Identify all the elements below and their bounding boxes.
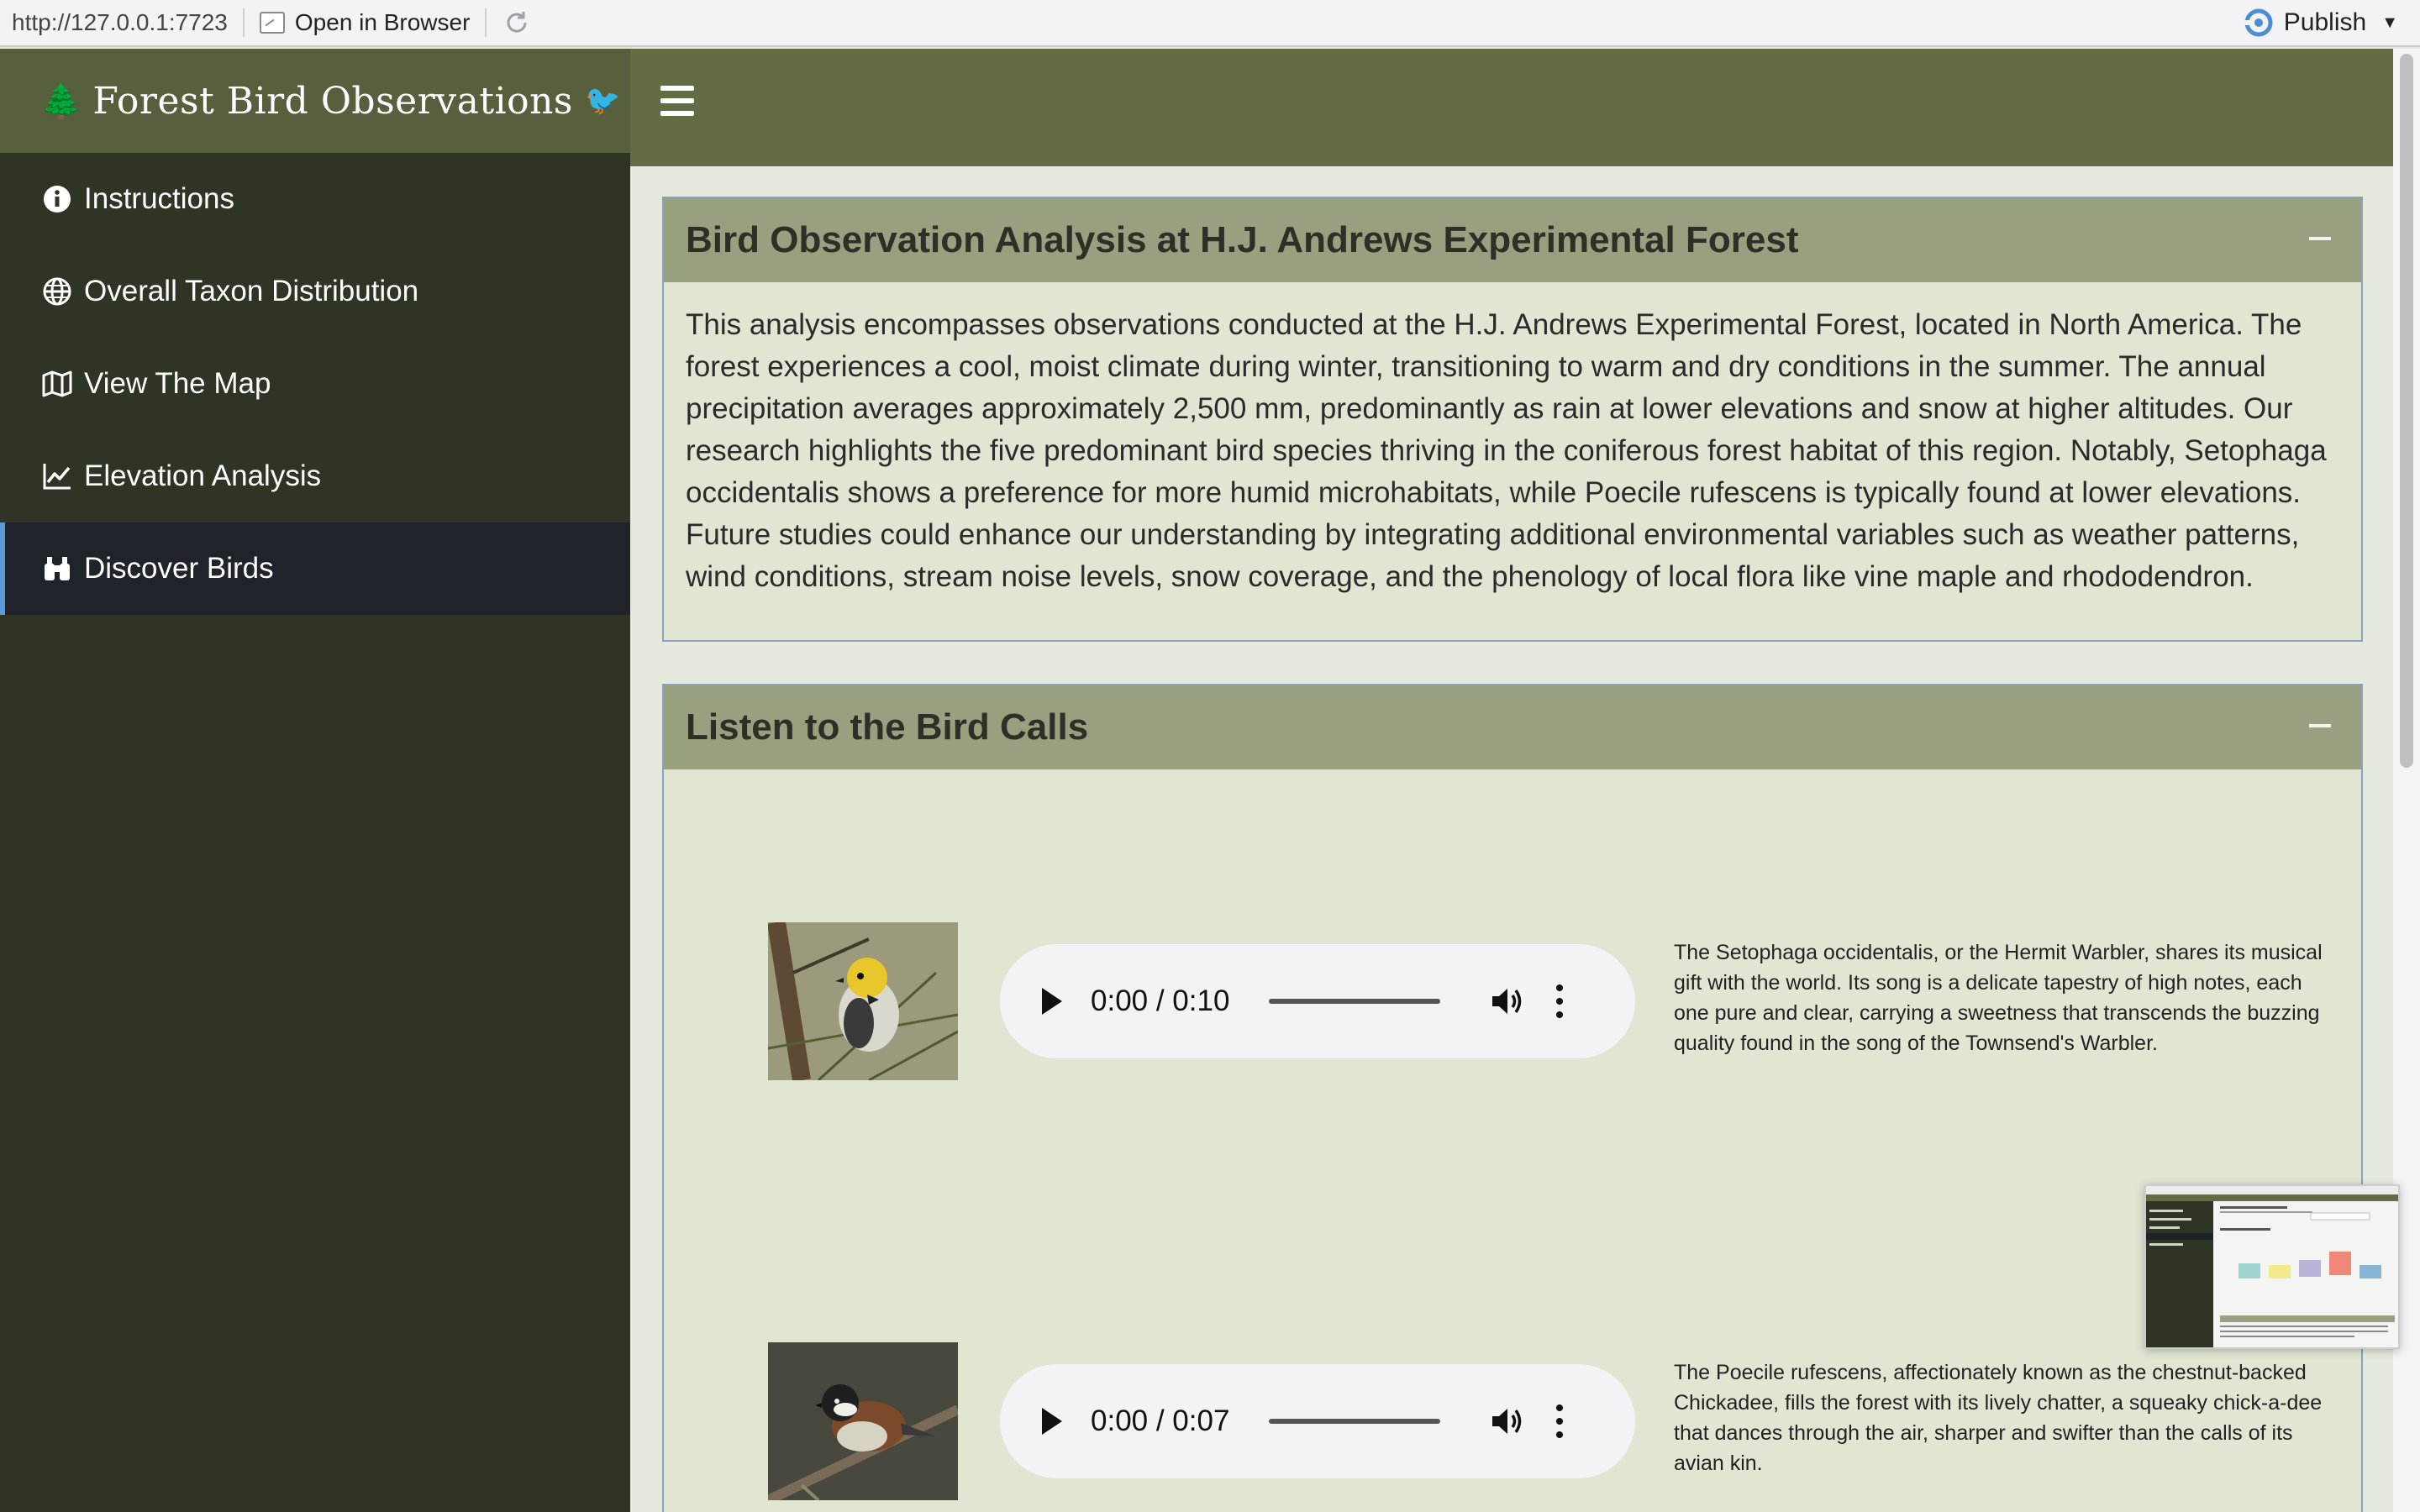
sidebar-item-label: Discover Birds	[84, 552, 274, 585]
bird-icon: 🐦	[584, 84, 621, 118]
volume-icon[interactable]	[1489, 984, 1526, 1018]
scrollbar-thumb[interactable]	[2400, 54, 2413, 768]
refresh-icon[interactable]	[502, 8, 532, 38]
sidebar-item-elevation[interactable]: Elevation Analysis	[0, 430, 630, 522]
open-in-browser-button[interactable]: Open in Browser	[259, 9, 471, 36]
sidebar-item-taxon-distribution[interactable]: Overall Taxon Distribution	[0, 245, 630, 338]
chickadee-description: The Poecile rufescens, affectionately kn…	[1674, 1361, 2323, 1475]
analysis-box: Bird Observation Analysis at H.J. Andrew…	[662, 197, 2363, 642]
analysis-box-header: Bird Observation Analysis at H.J. Andrew…	[664, 198, 2361, 282]
publish-icon	[2243, 8, 2273, 37]
play-icon[interactable]	[1042, 1408, 1062, 1435]
sidebar-item-label: Overall Taxon Distribution	[84, 275, 419, 307]
collapse-icon[interactable]	[2309, 237, 2331, 240]
sidebar-item-discover-birds[interactable]: Discover Birds	[0, 522, 630, 615]
audio-player[interactable]: 0:00 / 0:07	[1000, 1364, 1635, 1478]
publish-label: Publish	[2283, 8, 2367, 36]
window-thumbnail-preview[interactable]	[2144, 1184, 2400, 1349]
hermit-warbler-photo	[768, 922, 958, 1080]
map-icon	[42, 369, 72, 399]
bird-calls-box: Listen to the Bird Calls 0:00 / 0:10 The…	[662, 684, 2363, 1512]
audio-progress-slider[interactable]	[1269, 1419, 1440, 1424]
binoculars-icon	[42, 554, 72, 584]
chevron-down-icon[interactable]: ▼	[2381, 13, 2398, 33]
info-circle-icon	[42, 184, 72, 214]
audio-time: 0:00 / 0:10	[1091, 984, 1230, 1017]
sidebar-item-label: Elevation Analysis	[84, 459, 322, 492]
toolbar-divider	[485, 8, 487, 37]
collapse-icon[interactable]	[2309, 724, 2331, 727]
sidebar-item-label: Instructions	[84, 182, 234, 215]
sidebar-toggle-icon[interactable]	[660, 86, 694, 116]
more-options-icon[interactable]	[1556, 1404, 1565, 1438]
bird-calls-box-header: Listen to the Bird Calls	[664, 685, 2361, 769]
globe-icon	[42, 276, 72, 307]
tree-icon: 🌲	[40, 81, 83, 121]
chickadee-photo	[768, 1342, 958, 1500]
app-title: Forest Bird Observations	[92, 79, 573, 123]
main-content: Bird Observation Analysis at H.J. Andrew…	[630, 166, 2393, 1512]
audio-player[interactable]: 0:00 / 0:10	[1000, 944, 1635, 1058]
play-icon[interactable]	[1042, 988, 1062, 1015]
publish-button[interactable]: Publish ▼	[2242, 0, 2398, 45]
sidebar: Instructions Overall Taxon Distribution …	[0, 153, 630, 1512]
more-options-icon[interactable]	[1556, 984, 1565, 1018]
volume-icon[interactable]	[1489, 1404, 1526, 1438]
toolbar-divider	[242, 8, 245, 37]
audio-progress-slider[interactable]	[1269, 999, 1440, 1004]
analysis-box-title: Bird Observation Analysis at H.J. Andrew…	[686, 219, 1799, 260]
sidebar-item-map[interactable]: View The Map	[0, 338, 630, 430]
audio-time: 0:00 / 0:07	[1091, 1404, 1230, 1437]
app-brand[interactable]: 🌲 Forest Bird Observations 🐦	[0, 49, 630, 153]
viewer-toolbar: http://127.0.0.1:7723 Open in Browser Pu…	[0, 0, 2420, 47]
line-chart-icon	[42, 461, 72, 491]
open-window-icon	[259, 12, 285, 34]
analysis-text: This analysis encompasses observations c…	[686, 308, 2327, 593]
viewer-url[interactable]: http://127.0.0.1:7723	[0, 9, 228, 36]
sidebar-item-label: View The Map	[84, 367, 271, 400]
bird-calls-box-title: Listen to the Bird Calls	[686, 706, 1089, 748]
hermit-warbler-description: The Setophaga occidentalis, or the Hermi…	[1674, 941, 2323, 1055]
app-header: 🌲 Forest Bird Observations 🐦	[0, 49, 2420, 166]
sidebar-item-instructions[interactable]: Instructions	[0, 153, 630, 245]
open-in-browser-label: Open in Browser	[294, 9, 471, 35]
